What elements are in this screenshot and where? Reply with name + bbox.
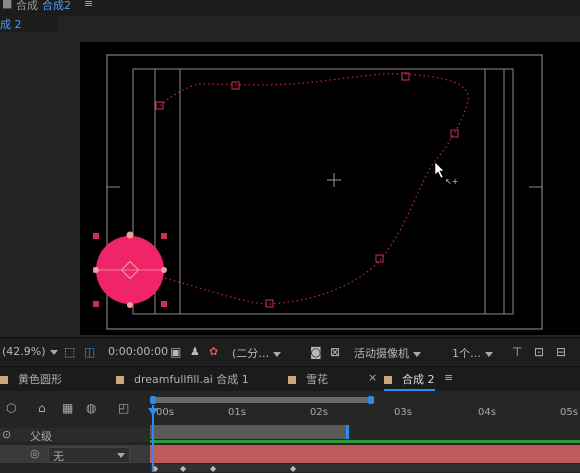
keyframe-marker[interactable]	[450, 129, 459, 138]
chevron-down-icon	[273, 351, 282, 357]
ruler-tick-label: 00s	[156, 407, 174, 418]
timecode[interactable]: 0:00:00:00	[108, 345, 168, 358]
chevron-down-icon	[413, 351, 421, 357]
ruler-tick-label: 02s	[310, 407, 328, 418]
keyframe-marker[interactable]	[231, 81, 240, 90]
tab-comp2[interactable]: 合成 2	[384, 371, 435, 391]
tab-label: 黄色圆形	[18, 373, 62, 386]
views-value: 1个…	[452, 347, 481, 360]
ruler-tick-label: 05s	[560, 407, 578, 418]
lock-column-icon: ⊙	[2, 428, 12, 441]
parent-value: 无	[53, 450, 64, 463]
ruler-tick-label: 04s	[478, 407, 496, 418]
camera-value: 活动摄像机	[354, 347, 409, 360]
cached-frames-bar	[150, 440, 580, 443]
tab-menu-icon[interactable]: ≡	[444, 371, 453, 384]
shy-layers-icon[interactable]: ⌂	[38, 401, 46, 415]
resolution-dropdown[interactable]: (二分…	[232, 345, 282, 361]
comp-panel-title: 合成	[16, 0, 38, 12]
fast-preview-icon[interactable]: ⊡	[534, 345, 544, 359]
camera-dropdown[interactable]: 活动摄像机	[354, 345, 421, 361]
snapshot-camera-icon[interactable]: ▣	[170, 345, 181, 359]
comp-frame	[106, 54, 543, 330]
ruler-tick-label: 03s	[394, 407, 412, 418]
viewer-canvas[interactable]: ↖+	[80, 42, 580, 335]
action-safe-guide	[132, 68, 514, 315]
tab-yellow-circle[interactable]: 黄色圆形	[0, 371, 62, 387]
transparency-grid-icon[interactable]: ◙	[310, 345, 322, 359]
comp-color-icon	[288, 376, 296, 384]
composition-viewer[interactable]: ↖+	[80, 42, 580, 335]
comp-panel-label: ■	[2, 0, 13, 10]
show-snapshot-icon[interactable]: ♟	[190, 345, 200, 358]
frame-blending-icon[interactable]: ▦	[62, 401, 73, 415]
draft-3d-icon[interactable]: ⬡	[6, 401, 16, 415]
work-area-start-handle[interactable]	[150, 396, 156, 404]
comp-subtab-label: 成 2	[0, 18, 22, 31]
active-comp-name[interactable]: 合成2	[42, 0, 71, 13]
timeline-layer-panel: ⬡ ⌂ ▦ ◍ ◰ ⊙ 父级 ◎ 无	[0, 391, 150, 472]
tab-close-button[interactable]: ×	[368, 371, 377, 384]
timeline-graph-area[interactable]: 00s 01s 02s 03s 04s 05s ◆ ◆ ◆ ◆	[148, 391, 580, 473]
work-area-bar[interactable]	[150, 397, 372, 403]
motion-path[interactable]	[129, 73, 470, 305]
keyframe-marker[interactable]	[265, 299, 274, 308]
layer-header-row: ⊙ 父级	[0, 428, 150, 443]
left-panel-area	[0, 32, 80, 337]
tab-dreamfullfill-comp1[interactable]: dreamfullfill.ai 合成 1	[116, 371, 249, 387]
timeline-tab-bar: 黄色圆形 dreamfullfill.ai 合成 1 雪花 × 合成 2 ≡	[0, 366, 580, 391]
zoom-value: (42.9%)	[2, 345, 46, 358]
time-ruler[interactable]: 00s 01s 02s 03s 04s 05s	[150, 405, 580, 423]
top-title-bar: ■ 合成 合成2 ≡	[0, 0, 580, 16]
viewer-control-bar: (42.9%) ⬚ ◫ 0:00:00:00 ▣ ♟ ✿ (二分… ◙ ⊠ 活动…	[0, 337, 580, 367]
timeline-toolbar: ⬡ ⌂ ▦ ◍ ◰	[0, 401, 150, 419]
chevron-down-icon	[49, 349, 58, 355]
chevron-down-icon	[117, 453, 125, 458]
pick-whip-icon[interactable]: ◎	[30, 447, 40, 460]
zoom-dropdown[interactable]: (42.9%)	[2, 345, 58, 358]
fit-frame-icon[interactable]: ⬚	[64, 345, 75, 359]
tab-snowflake[interactable]: 雪花	[288, 371, 328, 387]
panel-menu-icon[interactable]: ≡	[84, 0, 93, 10]
layer-duration-bar[interactable]	[150, 445, 580, 463]
tab-label: dreamfullfill.ai 合成 1	[134, 373, 249, 386]
layer-row[interactable]: ◎ 无	[0, 445, 150, 463]
graph-editor-icon[interactable]: ◰	[118, 401, 129, 415]
cursor-hint-icon: ↖+	[445, 177, 458, 186]
comp-color-icon	[116, 376, 124, 384]
color-channels-icon[interactable]: ✿	[209, 345, 218, 358]
playhead-handle-icon[interactable]	[148, 408, 158, 416]
work-area-end-handle[interactable]	[368, 396, 374, 404]
keyframe-row: ◆ ◆ ◆ ◆	[150, 464, 580, 473]
parent-column-label: 父级	[30, 430, 52, 443]
chevron-down-icon	[485, 351, 493, 357]
ruler-tick-label: 01s	[228, 407, 246, 418]
keyframe-marker[interactable]	[375, 254, 384, 263]
exposure-icon[interactable]: ⊟	[556, 345, 566, 359]
region-of-interest-icon[interactable]: ◫	[84, 345, 95, 359]
keyframe-marker[interactable]	[155, 101, 164, 110]
comp-color-icon	[384, 376, 392, 384]
tab-label: 合成 2	[402, 373, 435, 386]
mask-visibility-icon[interactable]: ⊠	[330, 345, 340, 359]
views-dropdown[interactable]: 1个…	[452, 345, 493, 361]
comp-color-icon	[0, 376, 8, 384]
mouse-cursor-icon	[434, 161, 445, 179]
parent-dropdown[interactable]: 无	[48, 447, 130, 463]
resolution-value: (二分…	[232, 347, 270, 360]
precomp-bar[interactable]	[150, 425, 349, 439]
toggle-pixel-aspect-icon[interactable]: ⊤	[512, 345, 522, 359]
motion-blur-icon[interactable]: ◍	[86, 401, 96, 415]
comp-subtab[interactable]: 成 2	[0, 16, 58, 33]
tab-label: 雪花	[306, 373, 328, 386]
